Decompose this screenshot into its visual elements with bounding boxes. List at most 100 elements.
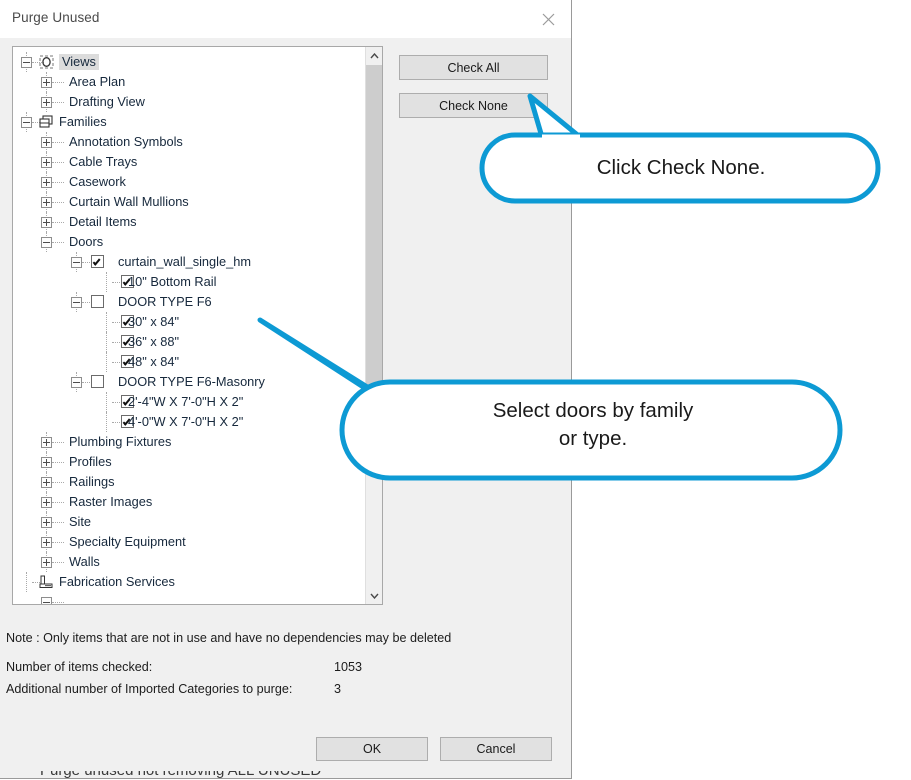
tree-guide-line bbox=[52, 482, 64, 484]
tree-row[interactable]: Fabrication Services bbox=[13, 572, 365, 592]
tree-row[interactable]: Raster Images bbox=[13, 492, 365, 512]
expand-icon[interactable] bbox=[41, 477, 52, 488]
expand-icon[interactable] bbox=[41, 137, 52, 148]
tree-row[interactable]: curtain_wall_single_hm bbox=[13, 252, 365, 272]
tree-row[interactable]: Casework bbox=[13, 172, 365, 192]
expand-icon[interactable] bbox=[41, 457, 52, 468]
chevron-up-icon[interactable] bbox=[366, 47, 382, 64]
purge-tree-panel[interactable]: Views Area Plan Drafting View Families Annot… bbox=[12, 46, 383, 605]
expand-icon[interactable] bbox=[41, 157, 52, 168]
tree-guide-line bbox=[52, 82, 64, 84]
tree-row[interactable]: 10" Bottom Rail bbox=[13, 272, 365, 292]
tree-rows-container: Views Area Plan Drafting View Families Annot… bbox=[13, 47, 365, 604]
tree-row[interactable]: Site bbox=[13, 512, 365, 532]
tree-row-label: Area Plan bbox=[69, 74, 126, 89]
tree-guide-line bbox=[52, 442, 64, 444]
tree-row[interactable]: Profiles bbox=[13, 452, 365, 472]
collapse-icon[interactable] bbox=[71, 297, 82, 308]
tree-row-label: Annotation Symbols bbox=[69, 134, 183, 149]
callout-2-line1: Select doors by family bbox=[492, 399, 694, 422]
tree-row-label: Specialty Equipment bbox=[69, 534, 186, 549]
tree-row[interactable]: Views bbox=[13, 52, 365, 72]
expand-icon[interactable] bbox=[41, 537, 52, 548]
tree-row[interactable]: Drafting View bbox=[13, 92, 365, 112]
cut-off-text: Purge unused not removing ALL UNUSED bbox=[40, 771, 321, 779]
tree-guide-line bbox=[52, 502, 64, 504]
tree-row[interactable]: Plumbing Fixtures bbox=[13, 432, 365, 452]
tree-guide-line bbox=[106, 272, 108, 292]
tree-row-label: DOOR TYPE F6 bbox=[118, 294, 212, 309]
tree-row-label: 36" x 88" bbox=[128, 334, 180, 349]
tree-row[interactable]: Doors bbox=[13, 232, 365, 252]
tree-row[interactable]: Curtain Wall Mullions bbox=[13, 192, 365, 212]
expand-icon[interactable] bbox=[41, 217, 52, 228]
tree-row[interactable]: Specialty Equipment bbox=[13, 532, 365, 552]
callout-select-doors: Select doors by family or type. bbox=[257, 317, 848, 484]
tree-guide-line bbox=[52, 182, 64, 184]
check-all-button[interactable]: Check All bbox=[399, 55, 548, 80]
tree-row-label: Raster Images bbox=[69, 494, 153, 509]
tree-row[interactable]: 36" x 88" bbox=[13, 332, 365, 352]
tree-row[interactable]: Families bbox=[13, 112, 365, 132]
tree-row[interactable]: Cable Trays bbox=[13, 152, 365, 172]
expand-icon[interactable] bbox=[41, 177, 52, 188]
tree-guide-line bbox=[106, 392, 108, 412]
tree-guide-line bbox=[52, 222, 64, 224]
dialog-title: Purge Unused bbox=[12, 10, 100, 25]
tree-guide-line bbox=[52, 102, 64, 104]
ok-button[interactable]: OK bbox=[316, 737, 428, 761]
tree-row[interactable]: 2'-4"W X 7'-0"H X 2" bbox=[13, 392, 365, 412]
tree-row[interactable]: 30" x 84" bbox=[13, 312, 365, 332]
checkbox-checked[interactable] bbox=[91, 255, 104, 268]
tree-scrollbar[interactable] bbox=[365, 47, 382, 604]
expand-icon[interactable] bbox=[41, 497, 52, 508]
tree-row-label: Casework bbox=[69, 174, 126, 189]
tree-guide-line bbox=[52, 142, 64, 144]
tree-row[interactable]: Walls bbox=[13, 552, 365, 572]
close-icon[interactable] bbox=[525, 0, 571, 38]
tree-guide-line bbox=[106, 332, 108, 352]
chevron-down-icon[interactable] bbox=[366, 587, 382, 604]
tree-row[interactable]: DOOR TYPE F6 bbox=[13, 292, 365, 312]
collapse-icon[interactable] bbox=[41, 237, 52, 248]
checkbox-unchecked[interactable] bbox=[91, 295, 104, 308]
check-none-button[interactable]: Check None bbox=[399, 93, 548, 118]
tree-row-label: Fabrication Services bbox=[59, 574, 175, 589]
tree-row-label: Site bbox=[69, 514, 92, 529]
expand-icon[interactable] bbox=[41, 77, 52, 88]
expand-icon[interactable] bbox=[41, 197, 52, 208]
imported-categories-value: 3 bbox=[334, 682, 342, 696]
tree-row[interactable]: Railings bbox=[13, 472, 365, 492]
collapse-icon[interactable] bbox=[71, 257, 82, 268]
tree-row[interactable]: Area Plan bbox=[13, 72, 365, 92]
expand-icon[interactable] bbox=[41, 437, 52, 448]
tree-row-label: curtain_wall_single_hm bbox=[118, 254, 252, 269]
tree-row-label: 10" Bottom Rail bbox=[128, 274, 217, 289]
tree-row[interactable]: DOOR TYPE F6-Masonry bbox=[13, 372, 365, 392]
tree-guide-line bbox=[52, 602, 64, 604]
tree-row[interactable]: Detail Items bbox=[13, 212, 365, 232]
tree-guide-line bbox=[106, 312, 108, 332]
tree-row-label: Drafting View bbox=[69, 94, 145, 109]
imported-categories-label: Additional number of Imported Categories… bbox=[6, 682, 293, 696]
expand-icon[interactable] bbox=[41, 517, 52, 528]
checkbox-unchecked[interactable] bbox=[91, 375, 104, 388]
cancel-button[interactable]: Cancel bbox=[440, 737, 552, 761]
note-text: Note : Only items that are not in use an… bbox=[6, 631, 452, 645]
tree-guide-line bbox=[52, 522, 64, 524]
tree-guide-line bbox=[52, 562, 64, 564]
tree-row[interactable]: Annotation Symbols bbox=[13, 132, 365, 152]
collapse-icon[interactable] bbox=[21, 57, 32, 68]
tree-row[interactable]: 4'-0"W X 7'-0"H X 2" bbox=[13, 412, 365, 432]
scrollbar-thumb[interactable] bbox=[366, 65, 382, 392]
items-checked-value: 1053 bbox=[334, 660, 363, 674]
tree-row-partial[interactable] bbox=[13, 592, 365, 604]
collapse-icon[interactable] bbox=[71, 377, 82, 388]
tree-guide-line bbox=[52, 542, 64, 544]
tree-guide-line bbox=[52, 162, 64, 164]
expand-icon[interactable] bbox=[41, 557, 52, 568]
collapse-icon[interactable] bbox=[21, 117, 32, 128]
expand-icon[interactable] bbox=[41, 97, 52, 108]
tree-row-label: Railings bbox=[69, 474, 115, 489]
expand-icon[interactable] bbox=[41, 597, 52, 604]
